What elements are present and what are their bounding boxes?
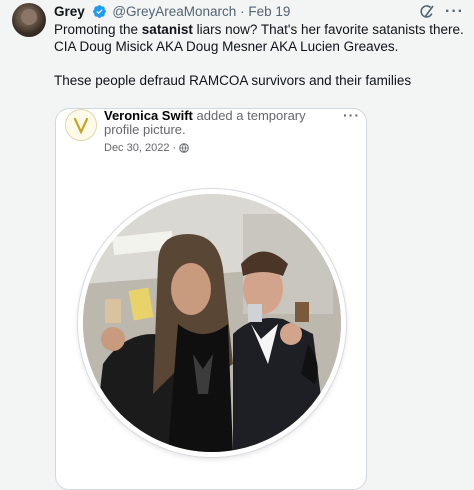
author-handle[interactable]: @GreyAreaMonarch	[112, 4, 236, 19]
tweet-text-part1: Promoting the	[54, 22, 142, 37]
fb-date-text: Dec 30, 2022	[104, 142, 170, 154]
tweet-actions: ···	[419, 4, 464, 20]
tweet-text-line2: These people defraud RAMCOA survivors an…	[54, 73, 412, 88]
fb-action-text: added a temporary	[196, 108, 306, 123]
globe-icon	[179, 143, 189, 153]
fb-author-avatar	[65, 109, 97, 141]
tweet-header: Grey @GreyAreaMonarch · Feb 19	[54, 3, 464, 21]
author-avatar[interactable]	[12, 3, 46, 37]
tweet-date[interactable]: Feb 19	[248, 4, 290, 19]
fb-separator: ·	[172, 142, 177, 154]
profile-photo-frame	[78, 189, 346, 457]
tweet-text-bold: satanist	[141, 22, 193, 37]
fb-author-name: Veronica Swift	[104, 108, 193, 123]
fb-post-date: Dec 30, 2022 ·	[104, 142, 189, 154]
embedded-image-card[interactable]: Veronica Swift added a temporary profile…	[55, 108, 367, 490]
author-name[interactable]: Grey	[54, 4, 85, 19]
fb-action-text-2: profile picture.	[104, 122, 186, 137]
profile-photo	[83, 194, 341, 452]
tweet-text: Promoting the satanist liars now? That's…	[54, 21, 464, 89]
more-icon[interactable]: ···	[445, 4, 464, 20]
fb-post-header: Veronica Swift added a temporary profile…	[104, 109, 344, 137]
fb-more-icon: ···	[343, 108, 360, 123]
grok-icon[interactable]	[419, 4, 435, 20]
separator-dot: ·	[240, 4, 245, 19]
